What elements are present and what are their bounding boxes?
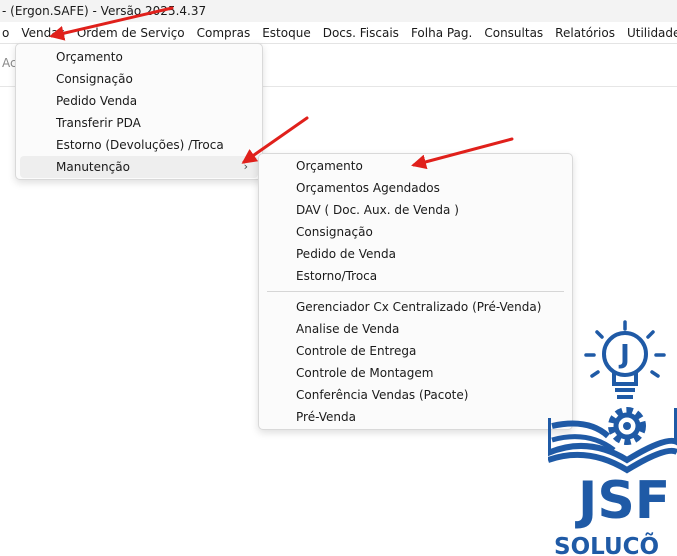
submenu-option-dav[interactable]: DAV ( Doc. Aux. de Venda ): [263, 199, 568, 221]
menu-option-label: Orçamento: [56, 50, 123, 64]
menu-item-arquivo[interactable]: o: [0, 23, 15, 43]
menu-option-label: Transferir PDA: [56, 116, 141, 130]
manutencao-submenu: Orçamento Orçamentos Agendados DAV ( Doc…: [258, 153, 573, 430]
menu-item-estoque[interactable]: Estoque: [256, 23, 317, 43]
submenu-option-orcamentos-agendados[interactable]: Orçamentos Agendados: [263, 177, 568, 199]
submenu-option-label: Pedido de Venda: [296, 247, 396, 261]
menu-option-manutencao[interactable]: Manutenção ›: [20, 156, 258, 178]
jsf-logo: J JSF SOLUCÕ: [548, 320, 677, 556]
menu-option-estorno-troca[interactable]: Estorno (Devoluções) /Troca: [20, 134, 258, 156]
logo-letter: J: [618, 340, 630, 370]
menu-option-orcamento[interactable]: Orçamento: [20, 46, 258, 68]
logo-brand: JSF: [575, 471, 670, 531]
menu-item-consultas[interactable]: Consultas: [478, 23, 549, 43]
chevron-right-icon: ›: [243, 160, 248, 173]
submenu-option-controle-de-entrega[interactable]: Controle de Entrega: [263, 340, 568, 362]
window-title: - (Ergon.SAFE) - Versão 2025.4.37: [0, 0, 677, 22]
submenu-option-controle-de-montagem[interactable]: Controle de Montagem: [263, 362, 568, 384]
submenu-option-consignacao[interactable]: Consignação: [263, 221, 568, 243]
submenu-option-label: Conferência Vendas (Pacote): [296, 388, 469, 402]
menu-bar: o Vendas Ordem de Serviço Compras Estoqu…: [0, 22, 677, 44]
vendas-dropdown-menu: Orçamento Consignação Pedido Venda Trans…: [15, 43, 263, 180]
menu-option-pedido-venda[interactable]: Pedido Venda: [20, 90, 258, 112]
submenu-option-label: Orçamento: [296, 159, 363, 173]
menu-item-ordem-de-servico[interactable]: Ordem de Serviço: [71, 23, 191, 43]
menu-item-relatorios[interactable]: Relatórios: [549, 23, 621, 43]
submenu-option-label: DAV ( Doc. Aux. de Venda ): [296, 203, 459, 217]
submenu-option-label: Gerenciador Cx Centralizado (Pré-Venda): [296, 300, 542, 314]
submenu-option-orcamento[interactable]: Orçamento: [263, 155, 568, 177]
submenu-option-label: Analise de Venda: [296, 322, 400, 336]
submenu-option-analise-de-venda[interactable]: Analise de Venda: [263, 318, 568, 340]
submenu-option-gerenciador-cx[interactable]: Gerenciador Cx Centralizado (Pré-Venda): [263, 296, 568, 318]
menu-option-label: Estorno (Devoluções) /Troca: [56, 138, 224, 152]
submenu-option-estorno-troca[interactable]: Estorno/Troca: [263, 265, 568, 287]
submenu-option-label: Estorno/Troca: [296, 269, 378, 283]
menu-option-label: Manutenção: [56, 160, 130, 174]
menu-option-consignacao[interactable]: Consignação: [20, 68, 258, 90]
menu-option-transferir-pda[interactable]: Transferir PDA: [20, 112, 258, 134]
submenu-option-label: Controle de Entrega: [296, 344, 417, 358]
menu-separator: [267, 291, 564, 292]
submenu-option-conferencia-vendas[interactable]: Conferência Vendas (Pacote): [263, 384, 568, 406]
submenu-option-label: Consignação: [296, 225, 373, 239]
menu-item-compras[interactable]: Compras: [191, 23, 257, 43]
submenu-option-label: Pré-Venda: [296, 410, 356, 424]
submenu-option-pedido-de-venda[interactable]: Pedido de Venda: [263, 243, 568, 265]
menu-item-vendas[interactable]: Vendas: [15, 23, 71, 43]
menu-option-label: Pedido Venda: [56, 94, 138, 108]
menu-option-label: Consignação: [56, 72, 133, 86]
submenu-option-label: Orçamentos Agendados: [296, 181, 440, 195]
menu-item-folha-pag[interactable]: Folha Pag.: [405, 23, 478, 43]
submenu-option-label: Controle de Montagem: [296, 366, 434, 380]
submenu-option-pre-venda[interactable]: Pré-Venda: [263, 406, 568, 428]
menu-item-utilidades[interactable]: Utilidades: [621, 23, 677, 43]
menu-item-docs-fiscais[interactable]: Docs. Fiscais: [317, 23, 405, 43]
logo-tagline: SOLUCÕ: [554, 532, 659, 556]
